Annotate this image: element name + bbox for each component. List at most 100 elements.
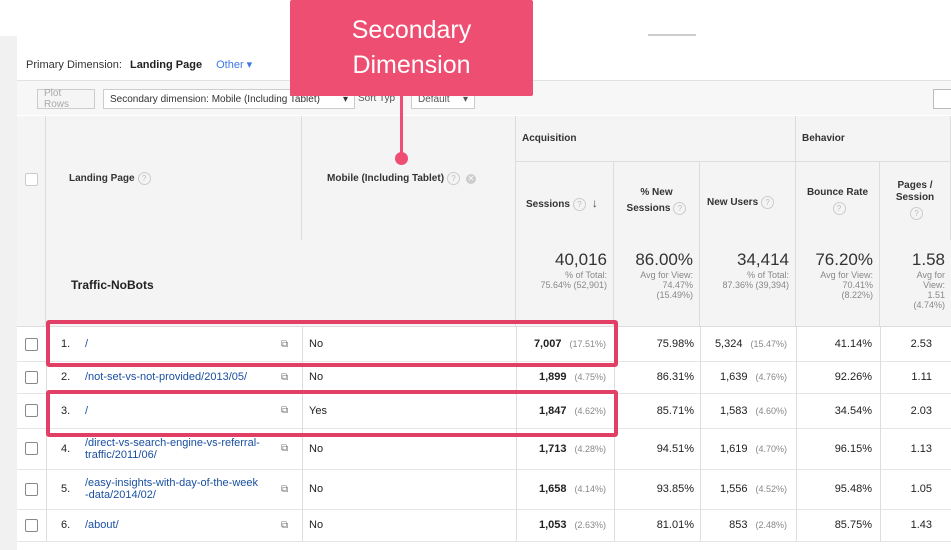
new-users-pct: (4.76%) bbox=[755, 372, 787, 382]
help-icon[interactable]: ? bbox=[673, 201, 687, 215]
landing-page-cell: /about/ bbox=[85, 509, 281, 541]
pct-new-sessions-label-2: Sessions bbox=[626, 203, 671, 214]
sort-desc-icon[interactable]: ↓ bbox=[592, 196, 598, 210]
pct-new-cell: 94.51% bbox=[656, 442, 694, 455]
total-pages-l4: (4.74%) bbox=[913, 300, 945, 310]
new-users-cell: 1,556 (4.52%) bbox=[700, 469, 787, 509]
row-1-highlight bbox=[46, 320, 618, 367]
sessions-header-label: Sessions bbox=[526, 199, 570, 210]
landing-page-line-1: /direct-vs-search-engine-vs-referral- bbox=[85, 436, 260, 449]
new-users-pct: (4.52%) bbox=[755, 484, 787, 494]
sessions-cell: 1,053 (2.63%) bbox=[526, 509, 606, 541]
sessions-value: 1,053 bbox=[538, 519, 567, 531]
open-page-icon[interactable]: ⧉ bbox=[281, 372, 288, 383]
landing-page-header[interactable]: Landing Page? bbox=[46, 116, 302, 241]
row-checkbox[interactable] bbox=[25, 337, 38, 351]
new-users-value: 1,556 bbox=[719, 483, 748, 495]
pages-cell: 2.03 bbox=[910, 404, 932, 417]
totals-new-users: 34,414 % of Total: 87.36% (39,394) bbox=[700, 240, 796, 327]
help-icon[interactable]: ? bbox=[137, 172, 151, 185]
pct-new-sessions-label-1: % New bbox=[640, 187, 673, 198]
pages-cell: 1.05 bbox=[910, 483, 932, 495]
total-sessions-value: 40,016 bbox=[555, 250, 607, 269]
row-checkbox[interactable] bbox=[25, 442, 38, 455]
callout-line-2: Dimension bbox=[352, 51, 471, 79]
open-page-icon[interactable]: ⧉ bbox=[281, 520, 288, 531]
row-checkbox[interactable] bbox=[25, 518, 38, 532]
pages-cell: 1.11 bbox=[911, 371, 932, 383]
primary-dimension-bar: Primary Dimension: Landing Page Other ▾ bbox=[26, 58, 252, 72]
new-users-pct: (2.48%) bbox=[755, 520, 787, 530]
primary-dimension-landing-page[interactable]: Landing Page bbox=[130, 59, 202, 71]
select-all-cell bbox=[17, 116, 46, 241]
open-page-icon[interactable]: ⧉ bbox=[281, 443, 288, 454]
mobile-header[interactable]: Mobile (Including Tablet)? ✕ bbox=[302, 116, 516, 241]
totals-bounce: 76.20% Avg for View: 70.41% (8.22%) bbox=[796, 240, 880, 327]
plot-rows-button[interactable]: Plot Rows bbox=[37, 88, 95, 110]
secondary-dimension-label: Secondary dimension: Mobile (Including T… bbox=[110, 93, 320, 105]
help-icon[interactable]: ? bbox=[832, 201, 846, 215]
landing-page-line-1: /easy-insights-with-day-of-the-week bbox=[85, 477, 259, 489]
help-icon[interactable]: ? bbox=[761, 196, 775, 209]
open-page-icon[interactable]: ⧉ bbox=[281, 484, 288, 495]
bounce-cell: 96.15% bbox=[834, 442, 872, 455]
landing-page-link[interactable]: /not-set-vs-not-provided/2013/05/ bbox=[85, 371, 247, 383]
help-icon[interactable]: ? bbox=[447, 172, 461, 185]
landing-page-link[interactable]: /easy-insights-with-day-of-the-week -data… bbox=[85, 477, 258, 501]
landing-page-line-2: -data/2014/02/ bbox=[85, 489, 156, 501]
help-icon[interactable]: ? bbox=[572, 197, 586, 211]
bounce-rate-header[interactable]: Bounce Rate ? bbox=[796, 162, 880, 241]
bounce-cell: 34.54% bbox=[834, 404, 872, 417]
totals-pct-new: 86.00% Avg for View: 74.47% (15.49%) bbox=[614, 240, 700, 327]
new-users-header[interactable]: New Users? bbox=[700, 162, 796, 241]
row-checkbox[interactable] bbox=[25, 482, 38, 496]
pct-new-sessions-header[interactable]: % New Sessions? bbox=[614, 162, 700, 241]
select-all-checkbox[interactable] bbox=[25, 173, 38, 186]
segment-name: Traffic-NoBots bbox=[71, 278, 154, 292]
column-divider bbox=[46, 469, 47, 509]
column-divider bbox=[46, 509, 47, 541]
sessions-pct: (4.14%) bbox=[574, 484, 606, 494]
secondary-dimension-callout: Secondary Dimension bbox=[290, 0, 533, 96]
row-checkbox[interactable] bbox=[25, 370, 38, 384]
sessions-value: 1,713 bbox=[538, 442, 567, 455]
caret-down-icon: ▾ bbox=[246, 59, 253, 71]
mobile-cell: No bbox=[309, 519, 324, 531]
new-users-value: 1,619 bbox=[719, 442, 748, 455]
acquisition-group-header: Acquisition bbox=[516, 116, 796, 162]
row-checkbox[interactable] bbox=[25, 404, 38, 417]
total-pages-l2: View: bbox=[923, 280, 945, 290]
total-pages-value: 1.58 bbox=[911, 250, 945, 269]
mobile-cell: No bbox=[309, 483, 324, 495]
callout-pointer-dot bbox=[395, 152, 408, 165]
pages-session-label-2: Session bbox=[895, 192, 935, 203]
sessions-header[interactable]: Sessions? ↓ bbox=[516, 162, 614, 241]
primary-dimension-label: Primary Dimension: bbox=[26, 58, 122, 71]
pages-cell: 2.53 bbox=[910, 338, 932, 350]
pct-new-cell: 93.85% bbox=[656, 483, 694, 495]
help-icon[interactable]: ? bbox=[910, 207, 923, 220]
landing-page-link[interactable]: /about/ bbox=[85, 519, 119, 531]
search-box[interactable] bbox=[933, 89, 951, 109]
new-users-value: 853 bbox=[729, 519, 748, 531]
total-bounce-l3: (8.22%) bbox=[841, 290, 873, 300]
pages-cell: 1.13 bbox=[910, 442, 932, 455]
primary-dimension-other[interactable]: Other ▾ bbox=[216, 58, 252, 71]
total-new-users-l1: % of Total: bbox=[747, 270, 789, 280]
open-page-icon-cell: ⧉ bbox=[281, 469, 288, 509]
row-index: 5. bbox=[61, 483, 71, 495]
mobile-header-label: Mobile (Including Tablet) bbox=[327, 173, 445, 185]
landing-page-link[interactable]: /direct-vs-search-engine-vs-referral-tra… bbox=[85, 437, 260, 461]
total-new-users-value: 34,414 bbox=[737, 250, 789, 269]
pages-session-header[interactable]: Pages / Session ? bbox=[880, 162, 951, 241]
new-users-pct: (15.47%) bbox=[750, 339, 787, 349]
row-select-cell bbox=[25, 361, 38, 393]
total-sessions-l1: % of Total: bbox=[565, 270, 607, 280]
bounce-cell: 95.48% bbox=[834, 483, 872, 495]
landing-page-cell: /easy-insights-with-day-of-the-week -data… bbox=[85, 469, 281, 509]
top-divider bbox=[648, 34, 696, 36]
total-pct-new-l2: 74.47% bbox=[662, 280, 693, 290]
new-users-pct: (4.70%) bbox=[755, 443, 787, 454]
new-users-value: 5,324 bbox=[714, 338, 743, 350]
remove-dimension-icon[interactable]: ✕ bbox=[466, 173, 477, 184]
